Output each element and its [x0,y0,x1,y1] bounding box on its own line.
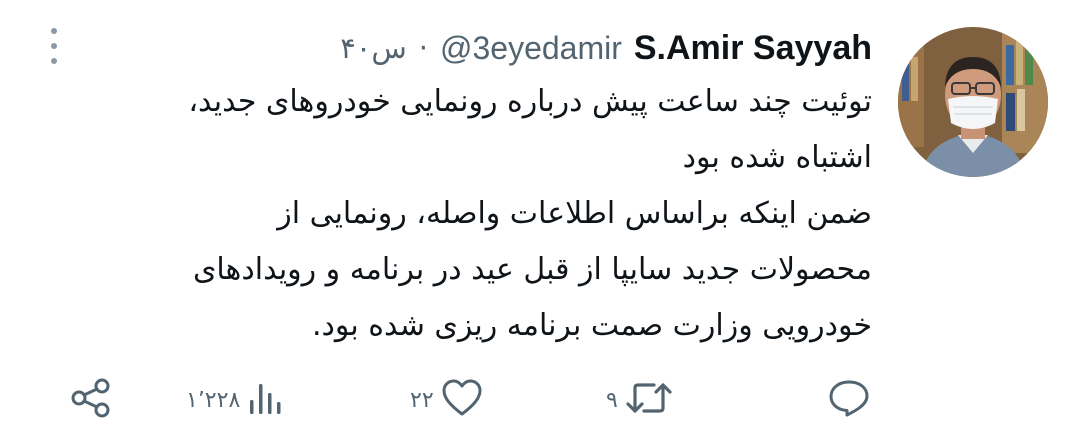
tweet-time[interactable]: ۴۰س [340,31,407,65]
retweet-icon [624,377,674,423]
tweet-text-line: ضمن اینکه براساس اطلاعات واصله، رونمایی … [277,196,872,231]
more-options-icon[interactable] [44,28,64,64]
views-icon [246,378,286,422]
retweet-count: ۹ [606,387,618,413]
tweet-text-line: توئیت چند ساعت پیش درباره رونمایی خودروه… [188,84,872,119]
separator-dot: · [418,31,428,65]
tweet-text-line: محصولات جدید سایپا از قبل عید در برنامه … [192,252,872,287]
views-count: ۱٬۲۲۸ [186,387,241,413]
like-count: ۲۲ [410,387,434,413]
share-icon [70,377,112,423]
tweet-text-line: خودرویی وزارت صمت برنامه ریزی شده بود. [311,308,872,343]
tweet-header: ۴۰س · @3eyedamir S.Amir Sayyah [340,22,872,74]
share-button[interactable] [70,370,112,430]
tweet-text: توئیت چند ساعت پیش درباره رونمایی خودروه… [52,74,872,354]
reply-button[interactable] [820,370,872,430]
avatar[interactable] [898,27,1048,177]
like-button[interactable]: ۲۲ [410,370,484,430]
tweet[interactable]: ۴۰س · @3eyedamir S.Amir Sayyah توئیت چند… [0,0,1080,445]
author-name[interactable]: S.Amir Sayyah [634,29,872,68]
views-button[interactable]: ۱٬۲۲۸ [186,370,286,430]
retweet-button[interactable]: ۹ [606,370,674,430]
tweet-actions: ۱٬۲۲۸ ۲۲ ۹ [0,370,1080,430]
reply-icon [826,377,872,423]
author-handle[interactable]: @3eyedamir [440,30,622,67]
tweet-text-line: اشتباه شده بود [682,140,872,175]
heart-icon [440,377,484,423]
